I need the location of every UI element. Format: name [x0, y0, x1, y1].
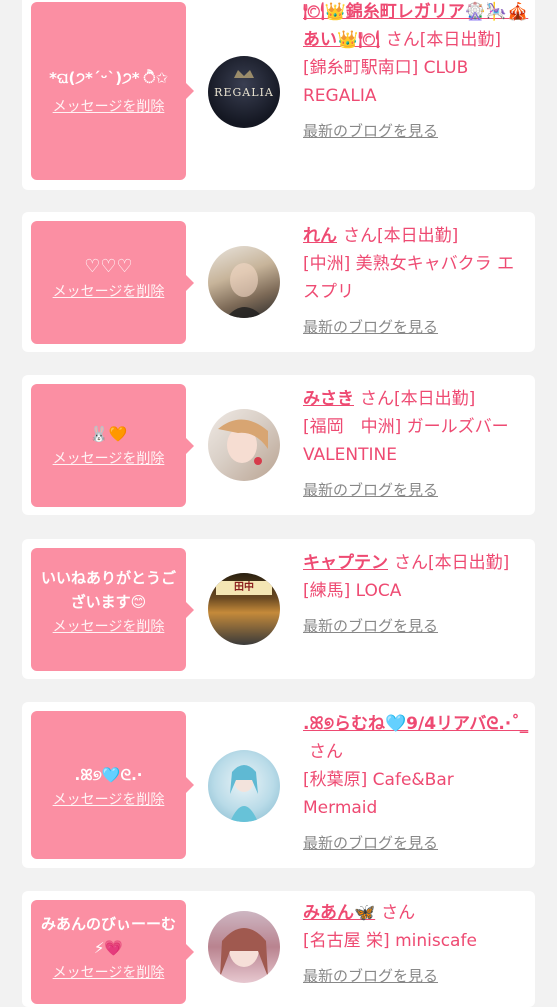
follower-card: ♡♡♡ メッセージを削除 れん さん[本日出勤] [中洲] 美熟女キャバクラ エス… [22, 212, 535, 352]
member-status: さん[本日出勤] [385, 30, 502, 50]
avatar[interactable] [208, 750, 280, 822]
member-name-link[interactable]: れん [303, 226, 337, 246]
delete-message-link[interactable]: メッセージを削除 [53, 962, 165, 982]
avatar[interactable]: 田中 [208, 573, 280, 645]
member-name-link[interactable]: みさき [303, 389, 354, 409]
message-text: みあんのびぃーーむ⚡💗 [40, 915, 176, 957]
message-text: *ଘ(੭*ˊᵕˋ)੭* ੈ✩ [49, 69, 168, 87]
follower-card: みあんのびぃーーむ⚡💗 メッセージを削除 みあん🦋 さん [名古屋 栄] mini… [22, 891, 535, 1007]
latest-blog-link[interactable]: 最新のブログを見る [303, 316, 531, 338]
follower-card: いいねありがとうございます😊 メッセージを削除 田中 キャプテン さん[本日出勤]… [22, 539, 535, 679]
member-info: みさき さん[本日出勤] [福岡 中洲] ガールズバー VALENTINE 最新の… [303, 385, 531, 501]
member-info: れん さん[本日出勤] [中洲] 美熟女キャバクラ エスプリ 最新のブログを見る [303, 222, 531, 338]
shop-name: [中洲] 美熟女キャバクラ エスプリ [303, 254, 515, 302]
follower-card: .ꕤ୭🩵ᘓ.· メッセージを削除 .ꕤ୭らむね🩵9/4リアバᘓ.·˚_ さん [秋… [22, 702, 535, 868]
member-info: みあん🦋 さん [名古屋 栄] miniscafe 最新のブログを見る [303, 899, 531, 987]
shop-name: [福岡 中洲] ガールズバー VALENTINE [303, 417, 526, 465]
member-name-link[interactable]: .ꕤ୭らむね🩵9/4リアバᘓ.·˚_ [303, 714, 528, 734]
shop-name: [名古屋 栄] miniscafe [303, 931, 477, 951]
portrait-icon [226, 263, 264, 318]
avatar[interactable] [208, 246, 280, 318]
delete-message-link[interactable]: メッセージを削除 [53, 616, 165, 636]
shop-name: [練馬] LOCA [303, 581, 402, 601]
follower-card: *ଘ(੭*ˊᵕˋ)੭* ੈ✩ メッセージを削除 REGALIA 🍽👑錦糸町レガリ… [22, 0, 535, 190]
avatar-logo-text: REGALIA [214, 86, 274, 99]
latest-blog-link[interactable]: 最新のブログを見る [303, 965, 531, 987]
member-info: 🍽👑錦糸町レガリア🎡🎠🎪あい👑🍽 さん[本日出勤] [錦糸町駅南口] CLUB R… [303, 0, 531, 142]
message-text: ♡♡♡ [84, 256, 133, 277]
message-bubble: ♡♡♡ メッセージを削除 [31, 221, 194, 344]
member-name-link[interactable]: みあん🦋 [303, 903, 375, 923]
message-bubble: いいねありがとうございます😊 メッセージを削除 [31, 548, 194, 671]
latest-blog-link[interactable]: 最新のブログを見る [303, 120, 531, 142]
message-text: .ꕤ୭🩵ᘓ.· [74, 766, 143, 784]
avatar[interactable] [208, 409, 280, 481]
latest-blog-link[interactable]: 最新のブログを見る [303, 479, 531, 501]
member-status: さん [309, 742, 343, 762]
delete-message-link[interactable]: メッセージを削除 [53, 96, 165, 116]
shop-name: [秋葉原] Cafe&Bar Mermaid [303, 770, 454, 818]
avatar[interactable]: REGALIA [208, 56, 280, 128]
member-status: さん[本日出勤] [360, 389, 476, 409]
latest-blog-link[interactable]: 最新のブログを見る [303, 615, 531, 637]
member-status: さん[本日出勤] [343, 226, 459, 246]
message-bubble: 🐰🧡 メッセージを削除 [31, 384, 194, 507]
delete-message-link[interactable]: メッセージを削除 [53, 789, 165, 809]
delete-message-link[interactable]: メッセージを削除 [53, 448, 165, 468]
member-status: さん[本日出勤] [394, 553, 510, 573]
delete-message-link[interactable]: メッセージを削除 [53, 281, 165, 301]
follower-card: 🐰🧡 メッセージを削除 みさき さん[本日出勤] [福岡 中洲] ガールズバー V… [22, 375, 535, 515]
portrait-icon [218, 419, 268, 465]
avatar[interactable] [208, 911, 280, 983]
message-bubble: .ꕤ୭🩵ᘓ.· メッセージを削除 [31, 711, 194, 859]
message-bubble: *ଘ(੭*ˊᵕˋ)੭* ੈ✩ メッセージを削除 [31, 2, 194, 180]
portrait-icon [230, 765, 258, 822]
message-text: いいねありがとうございます😊 [40, 569, 176, 611]
avatar-sign-text: 田中 [216, 581, 272, 595]
portrait-icon [220, 928, 268, 977]
member-status: さん [381, 903, 416, 923]
member-info: .ꕤ୭らむね🩵9/4リアバᘓ.·˚_ さん [秋葉原] Cafe&Bar Merm… [303, 710, 531, 854]
latest-blog-link[interactable]: 最新のブログを見る [303, 832, 531, 854]
message-bubble: みあんのびぃーーむ⚡💗 メッセージを削除 [31, 900, 194, 1004]
member-name-link[interactable]: キャプテン [303, 553, 388, 573]
member-info: キャプテン さん[本日出勤] [練馬] LOCA 最新のブログを見る [303, 549, 531, 637]
message-text: 🐰🧡 [89, 425, 128, 443]
shop-name: [錦糸町駅南口] CLUB REGALIA [303, 58, 469, 106]
